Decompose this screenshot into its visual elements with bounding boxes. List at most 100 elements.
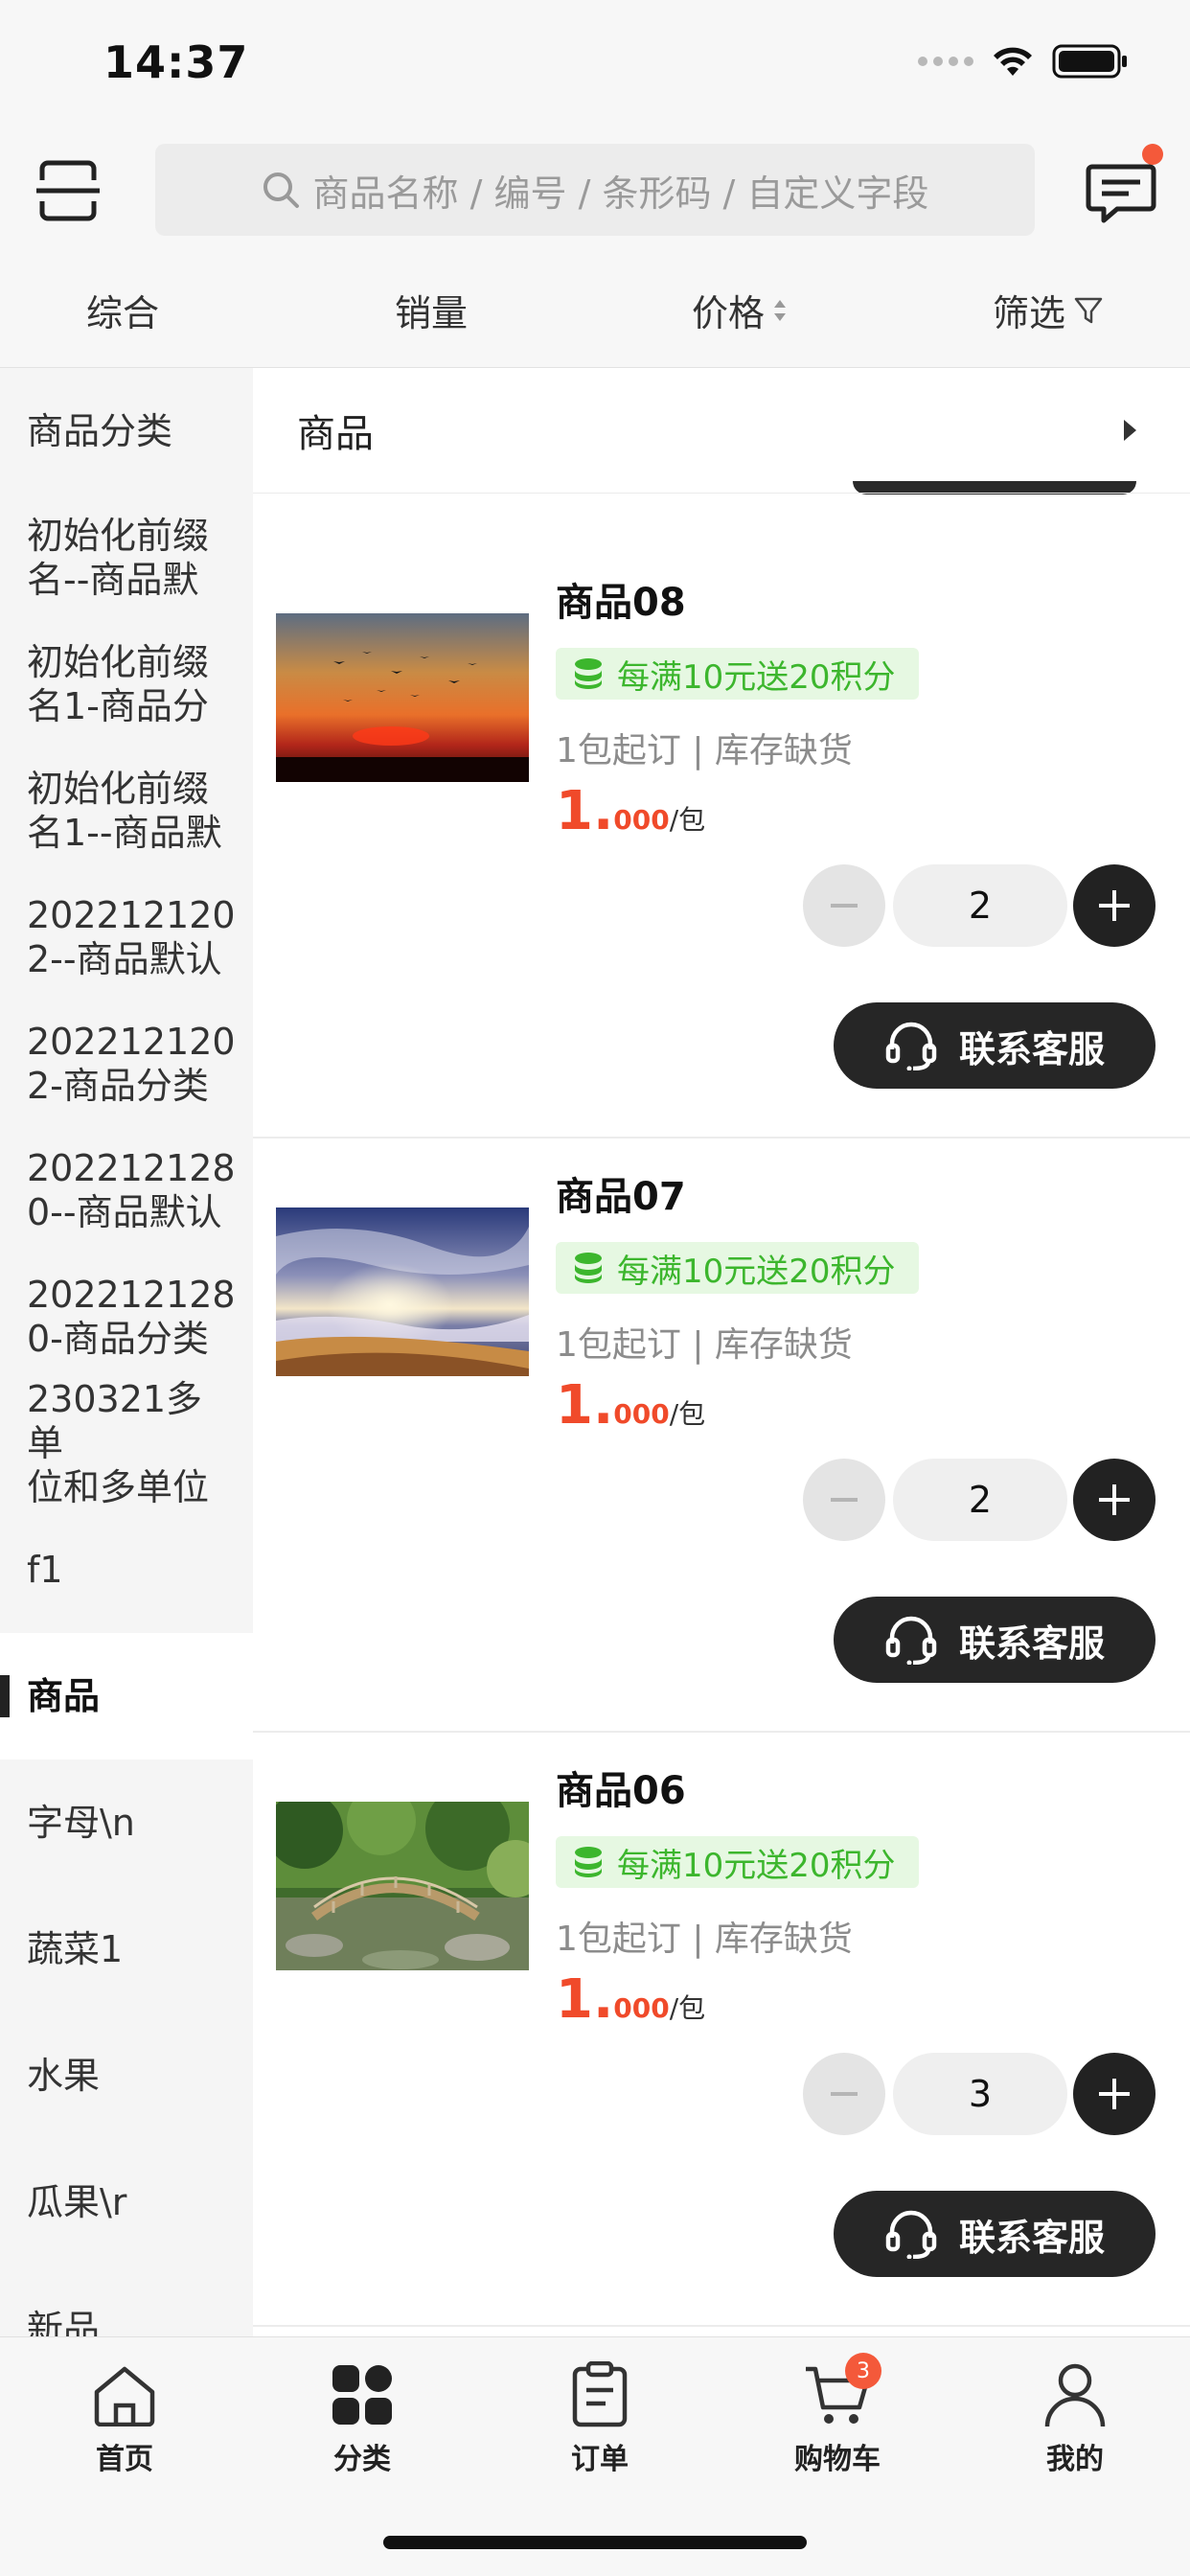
product-card[interactable]: 商品06 每满10元送20积分 1包起订 | 库存缺货 1. 000 /包 3 — [253, 1733, 1190, 2327]
tab-category[interactable]: 分类 — [286, 2358, 439, 2477]
sort-price[interactable]: 价格 — [692, 284, 788, 336]
product-card[interactable]: 商品08 每满10元送20积分 1包起订 | 库存缺货 1. 000 /包 2 — [253, 544, 1190, 1138]
category-label: f1 — [27, 1549, 63, 1591]
order-icon — [563, 2358, 636, 2431]
quantity-input[interactable]: 2 — [893, 864, 1067, 947]
sunset-birds-image — [276, 613, 529, 782]
category-label: 230321多单 — [27, 1378, 203, 1464]
category-item[interactable]: 字母\n — [0, 1760, 253, 1886]
stock-info: 1包起订 | 库存缺货 — [556, 1920, 853, 1959]
category-label: 202212120 — [27, 1021, 236, 1063]
product-image[interactable] — [276, 613, 529, 782]
category-item[interactable]: 商品分类 — [0, 368, 253, 494]
category-label-line2: 位和多单位 — [27, 1466, 210, 1508]
increase-qty-button[interactable] — [1073, 1459, 1156, 1541]
message-button[interactable] — [1085, 157, 1157, 226]
headset-icon — [885, 1022, 937, 1070]
product-image[interactable] — [276, 1802, 529, 1970]
product-name[interactable]: 商品08 — [556, 571, 686, 627]
tab-label: 首页 — [96, 2443, 153, 2476]
decrease-qty-button[interactable] — [803, 1459, 885, 1541]
tab-orders[interactable]: 订单 — [523, 2358, 676, 2477]
sort-sales[interactable]: 销量 — [395, 284, 468, 336]
quantity-input[interactable]: 3 — [893, 2053, 1067, 2135]
category-label: 蔬菜1 — [27, 1928, 124, 1970]
contact-service-button[interactable]: 联系客服 — [834, 1002, 1156, 1089]
divider — [253, 493, 1190, 494]
increase-qty-button[interactable] — [1073, 864, 1156, 947]
price-unit: /包 — [669, 1992, 706, 2024]
scan-button[interactable] — [36, 159, 100, 222]
product-name[interactable]: 商品07 — [556, 1165, 686, 1221]
sort-comprehensive[interactable]: 综合 — [86, 284, 159, 336]
category-label: 202212128 — [27, 1274, 236, 1316]
points-coins-icon — [575, 658, 602, 689]
category-label-line2: 0-商品分类 — [27, 1318, 209, 1360]
sort-filter[interactable]: 筛选 — [993, 284, 1104, 336]
category-item[interactable]: 202212128 0--商品默认 — [0, 1127, 253, 1254]
contact-label: 联系客服 — [958, 1622, 1105, 1665]
contact-label: 联系客服 — [958, 1027, 1105, 1070]
promo-text: 每满10元送20积分 — [617, 1846, 896, 1885]
tab-cart[interactable]: 3 购物车 — [761, 2353, 914, 2477]
price-integer: 1. — [556, 1968, 614, 2031]
category-label: 初始化前缀 — [27, 515, 210, 557]
product-image[interactable] — [276, 1208, 529, 1376]
decrease-qty-button[interactable] — [803, 864, 885, 947]
category-item[interactable]: 瓜果\r — [0, 2139, 253, 2266]
price-unit: /包 — [669, 1398, 706, 1430]
home-icon — [88, 2358, 161, 2431]
product-card[interactable]: 商品07 每满10元送20积分 1包起订 | 库存缺货 1. 000 /包 2 — [253, 1138, 1190, 1733]
plus-icon — [1099, 890, 1130, 921]
quantity-input[interactable]: 2 — [893, 1459, 1067, 1541]
status-icons — [918, 44, 1129, 79]
plus-icon — [1099, 2079, 1130, 2109]
category-item[interactable]: 水果 — [0, 2012, 253, 2139]
status-bar: 14:37 — [0, 0, 1190, 130]
section-header[interactable]: 商品 — [253, 368, 1190, 493]
beach-sunrise-image — [276, 1208, 529, 1376]
search-placeholder: 商品名称 / 编号 / 条形码 / 自定义字段 — [312, 172, 929, 215]
category-icon — [326, 2358, 399, 2431]
contact-service-button[interactable]: 联系客服 — [834, 2191, 1156, 2277]
category-item[interactable]: 初始化前缀 名1--商品默 — [0, 748, 253, 874]
category-item[interactable]: 202212128 0-商品分类 — [0, 1254, 253, 1380]
category-item[interactable]: 蔬菜1 — [0, 1886, 253, 2012]
category-item[interactable]: 230321多单 位和多单位 — [0, 1378, 253, 1508]
product-name[interactable]: 商品06 — [556, 1760, 686, 1815]
category-item[interactable]: 初始化前缀 名1-商品分 — [0, 621, 253, 748]
price-integer: 1. — [556, 1374, 614, 1437]
category-item[interactable]: 202212120 2--商品默认 — [0, 874, 253, 1000]
category-item-active[interactable]: 商品 — [0, 1633, 253, 1760]
user-icon — [1039, 2358, 1111, 2431]
price-unit: /包 — [669, 804, 706, 836]
category-label-line2: 名1-商品分 — [27, 685, 209, 727]
cart-badge: 3 — [845, 2353, 881, 2389]
category-label: 初始化前缀 — [27, 768, 210, 810]
sort-label: 价格 — [692, 292, 766, 334]
message-unread-dot — [1142, 144, 1163, 165]
category-label: 初始化前缀 — [27, 641, 210, 683]
category-label: 字母\n — [27, 1802, 135, 1844]
battery-icon — [1052, 44, 1127, 79]
category-item[interactable]: 新品 — [0, 2266, 253, 2336]
increase-qty-button[interactable] — [1073, 2053, 1156, 2135]
stock-info: 1包起订 | 库存缺货 — [556, 731, 853, 770]
tab-home[interactable]: 首页 — [48, 2358, 201, 2477]
tab-label: 订单 — [571, 2443, 629, 2476]
category-item[interactable]: 202212120 2-商品分类 — [0, 1000, 253, 1127]
promo-badge: 每满10元送20积分 — [556, 1836, 919, 1888]
search-input[interactable]: 商品名称 / 编号 / 条形码 / 自定义字段 — [155, 144, 1035, 236]
headset-icon — [885, 2210, 937, 2259]
tab-label: 我的 — [1046, 2443, 1104, 2476]
category-label-line2: 名--商品默 — [27, 559, 199, 601]
category-item[interactable]: f1 — [0, 1506, 253, 1633]
contact-service-button[interactable]: 联系客服 — [834, 1597, 1156, 1683]
sort-bar: 综合 销量 价格 筛选 — [0, 249, 1190, 368]
tab-profile[interactable]: 我的 — [998, 2358, 1152, 2477]
signal-icon — [918, 57, 973, 66]
category-label-line2: 2--商品默认 — [27, 938, 222, 980]
decrease-qty-button[interactable] — [803, 2053, 885, 2135]
tab-label: 购物车 — [794, 2443, 881, 2476]
category-item[interactable]: 初始化前缀 名--商品默 — [0, 494, 253, 621]
